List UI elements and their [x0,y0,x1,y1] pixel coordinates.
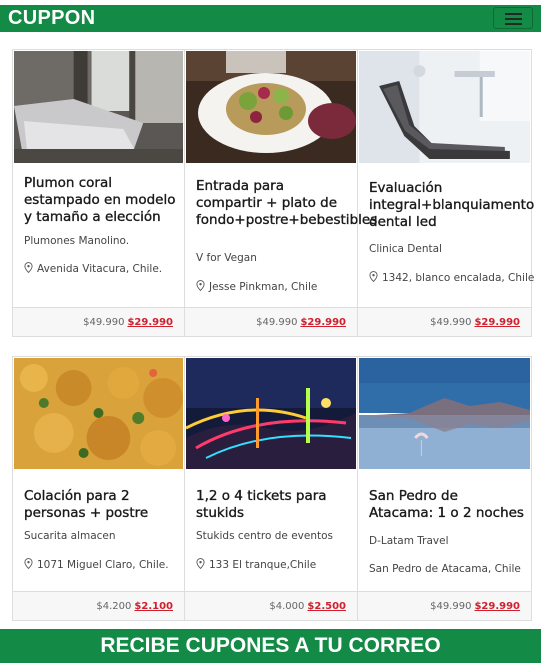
bedroom-photo[interactable] [14,51,183,163]
old-price: $49.990 [256,317,298,328]
deal-card[interactable]: 1,2 o 4 tickets para stukids Stukids cen… [185,357,358,620]
salad-plate-photo[interactable] [186,51,356,163]
deal-footer: $49.990 $29.990 [185,307,357,336]
map-pin-icon [24,262,33,273]
deal-title[interactable]: San Pedro de Atacama: 1 o 2 noches [369,488,525,522]
new-price[interactable]: $29.990 [127,317,173,328]
deal-card[interactable]: Evaluación integral+blanquiamento dental… [358,50,535,336]
deal-address: Avenida Vitacura, Chile. [24,262,180,275]
merchant-name: Plumones Manolino. [24,235,130,247]
deal-title[interactable]: Evaluación integral+blanquiamento dental… [369,180,535,231]
address-text: 1071 Miguel Claro, Chile. [37,559,169,571]
newsletter-banner[interactable]: RECIBE CUPONES A TU CORREO [0,629,541,663]
merchant-name: Stukids centro de eventos [196,530,334,542]
price-block: $49.990 $29.990 [430,317,520,328]
deal-address: San Pedro de Atacama, Chile [369,563,527,575]
deal-footer: $49.990 $29.990 [13,307,184,336]
deal-footer: $49.990 $29.990 [358,591,531,620]
dental-chair-photo[interactable] [359,51,530,163]
new-price[interactable]: $29.990 [474,601,520,612]
deal-card[interactable]: Entrada para compartir + plato de fondo+… [185,50,378,336]
merchant-name: Sucarita almacen [24,530,116,542]
deal-card[interactable]: Colación para 2 personas + postre Sucari… [13,357,185,620]
old-price: $4.200 [96,601,132,612]
deal-title[interactable]: 1,2 o 4 tickets para stukids [196,488,351,522]
address-text: Avenida Vitacura, Chile. [37,263,163,275]
map-pin-icon [369,271,378,282]
price-block: $49.990 $29.990 [83,317,173,328]
lentil-dish-photo[interactable] [14,358,183,469]
merchant-name: V for Vegan [196,252,257,264]
deal-address: 1342, blanco encalada, Chile [369,271,534,284]
map-pin-icon [196,280,205,291]
old-price: $49.990 [83,317,125,328]
merchant-name: D-Latam Travel [369,535,449,547]
hamburger-icon[interactable] [493,7,533,29]
new-price[interactable]: $2.500 [307,601,346,612]
deal-card[interactable]: Plumon coral estampado en modelo y tamañ… [13,50,185,336]
deal-row-2: Colación para 2 personas + postre Sucari… [12,356,532,621]
new-price[interactable]: $29.990 [300,317,346,328]
deal-address: 1071 Miguel Claro, Chile. [24,558,180,571]
price-block: $4.000 $2.500 [269,601,346,612]
merchant-name: Clinica Dental [369,243,442,255]
deal-title[interactable]: Colación para 2 personas + postre [24,488,178,522]
address-text: 133 El tranque,Chile [209,559,317,571]
top-navbar: CUPPON [0,0,541,38]
deal-card[interactable]: San Pedro de Atacama: 1 o 2 noches D-Lat… [358,357,531,620]
address-text: San Pedro de Atacama, Chile [369,563,521,575]
brand-logo[interactable]: CUPPON [8,5,95,32]
old-price: $49.990 [430,317,472,328]
old-price: $49.990 [430,601,472,612]
deal-title[interactable]: Entrada para compartir + plato de fondo+… [196,178,378,229]
new-price[interactable]: $2.100 [134,601,173,612]
price-block: $49.990 $29.990 [256,317,346,328]
map-pin-icon [24,558,33,569]
deal-footer: $4.000 $2.500 [185,591,357,620]
deal-footer: $4.200 $2.100 [13,591,184,620]
price-block: $4.200 $2.100 [96,601,173,612]
address-text: Jesse Pinkman, Chile [209,281,318,293]
old-price: $4.000 [269,601,305,612]
map-pin-icon [196,558,205,569]
carnival-night-photo[interactable] [186,358,356,469]
deal-footer: $49.990 $29.990 [358,307,531,336]
address-text: 1342, blanco encalada, Chile [382,272,535,284]
deal-title[interactable]: Plumon coral estampado en modelo y tamañ… [24,175,178,226]
deal-address: 133 El tranque,Chile [196,558,353,571]
deal-address: Jesse Pinkman, Chile [196,280,353,293]
price-block: $49.990 $29.990 [430,601,520,612]
deal-row-1: Plumon coral estampado en modelo y tamañ… [12,49,535,337]
new-price[interactable]: $29.990 [474,317,520,328]
flamingo-lake-photo[interactable] [359,358,530,469]
